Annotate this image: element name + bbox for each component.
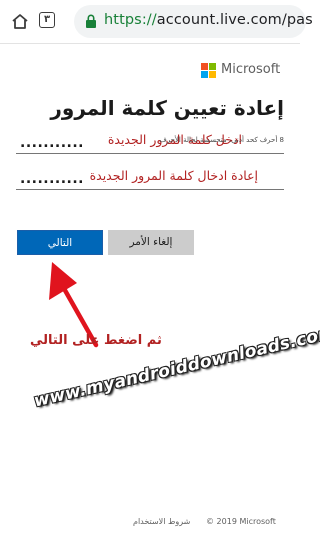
- confirm-password-annotation: إعادة ادخال كلمة المرور الجديدة: [89, 168, 258, 183]
- cancel-button[interactable]: إلغاء الأمر: [108, 230, 194, 255]
- browser-toolbar: ٣ https://account.live.com/pas: [0, 0, 313, 44]
- lock-icon: [86, 14, 96, 28]
- url-bar[interactable]: https://account.live.com/pas: [74, 5, 313, 38]
- terms-link[interactable]: شروط الاستخدام: [133, 517, 190, 526]
- password-hint: 8 أحرف كحد أدنى، متحسسة لحالة الأحرف: [159, 136, 284, 144]
- copyright-text: © 2019 Microsoft: [206, 517, 276, 526]
- tab-switcher-button[interactable]: ٣: [39, 12, 55, 28]
- next-button[interactable]: التالي: [17, 230, 103, 255]
- logo-square-blue: [201, 71, 208, 78]
- microsoft-wordmark: Microsoft: [221, 62, 281, 77]
- instruction-annotation: ثم اضغط على التالي: [30, 333, 162, 348]
- confirm-password-value: ...........: [20, 171, 85, 187]
- url-host: account.live.com/pas: [156, 12, 313, 28]
- url-text: https://account.live.com/pas: [104, 12, 313, 28]
- new-password-value: ...........: [20, 135, 85, 151]
- url-scheme: https://: [104, 12, 157, 28]
- logo-square-green: [209, 63, 216, 70]
- confirm-password-field[interactable]: ........... إعادة ادخال كلمة المرور الجد…: [16, 162, 284, 190]
- logo-square-red: [201, 63, 208, 70]
- microsoft-logo-icon: [201, 63, 216, 78]
- page-title: إعادة تعيين كلمة المرور: [50, 96, 284, 120]
- home-icon[interactable]: [11, 13, 29, 29]
- arrow-head: [49, 262, 77, 300]
- pointer-arrow-icon: [49, 262, 99, 348]
- microsoft-logo: Microsoft: [201, 62, 291, 79]
- logo-square-yellow: [209, 71, 216, 78]
